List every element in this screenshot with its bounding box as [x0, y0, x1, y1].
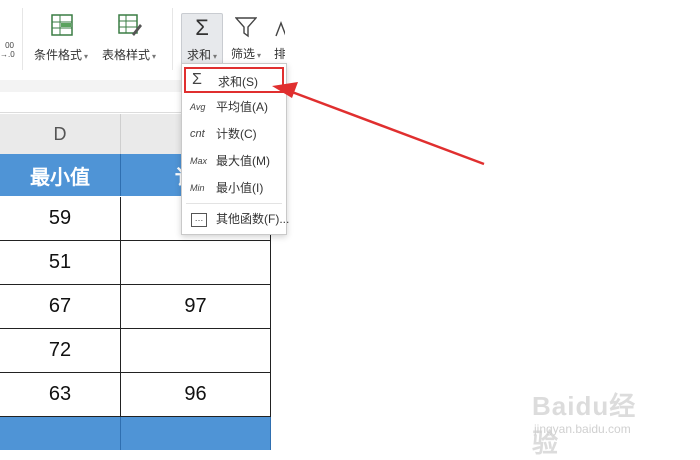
watermark-url: jingyan.baidu.com	[534, 422, 631, 436]
watermark: Baidu经验 jingyan.baidu.com	[532, 378, 662, 458]
